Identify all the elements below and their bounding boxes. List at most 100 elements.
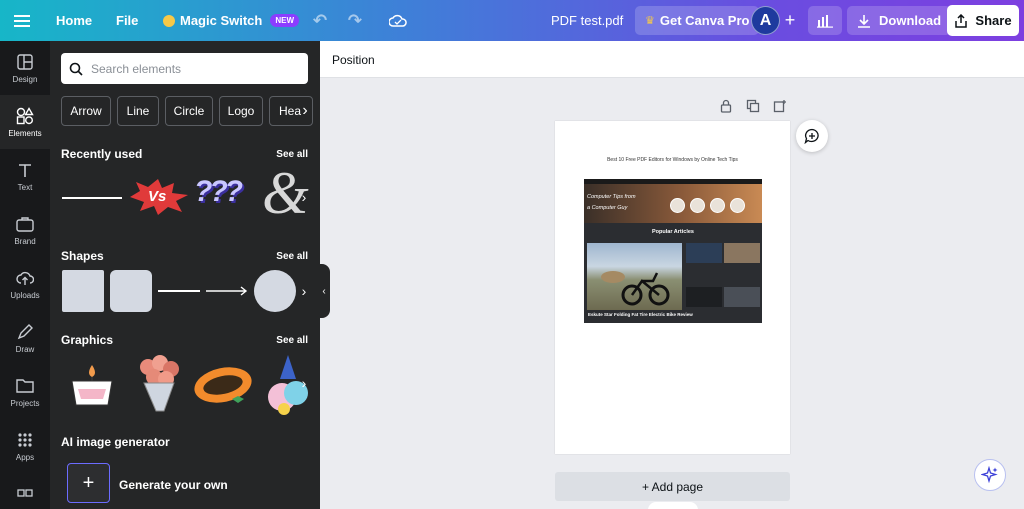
search-input[interactable] (91, 61, 291, 76)
share-button[interactable]: Share (947, 5, 1019, 36)
rail-item-more[interactable] (0, 487, 50, 509)
magic-switch-label: Magic Switch (180, 13, 263, 28)
cloud-save-icon[interactable] (388, 0, 408, 41)
top-bar: Home File Magic Switch NEW ↶ ↷ PDF test.… (0, 0, 1024, 41)
rail-label: Text (17, 182, 33, 192)
lock-icon[interactable] (719, 99, 735, 115)
home-button[interactable]: Home (56, 0, 92, 41)
hero-text-line2: a Computer Guy (587, 205, 628, 211)
rail-item-brand[interactable]: Brand (0, 203, 50, 257)
shapes-see-all[interactable]: See all (276, 251, 308, 262)
download-button[interactable]: Download (847, 6, 952, 35)
main-article-caption: Eskute Star Folding Fat Tire Electric Bi… (588, 312, 693, 317)
insights-chart-icon[interactable] (808, 6, 842, 35)
redo-icon[interactable]: ↷ (346, 0, 364, 41)
share-label: Share (975, 13, 1012, 28)
layout-icon (16, 53, 34, 71)
rail-item-uploads[interactable]: Uploads (0, 257, 50, 311)
chevron-right-icon[interactable]: › (298, 283, 310, 299)
generate-your-own-label[interactable]: Generate your own (119, 478, 228, 492)
chip-logo[interactable]: Logo (219, 96, 263, 126)
magic-assistant-button[interactable] (974, 459, 1006, 491)
download-label: Download (879, 13, 942, 28)
chip-arrow[interactable]: Arrow (61, 96, 111, 126)
stat-badge (690, 198, 705, 213)
draw-icon (16, 323, 34, 341)
shape-arrow[interactable] (206, 284, 248, 298)
avatar[interactable]: A (751, 6, 780, 35)
upload-icon (16, 269, 34, 287)
recent-vs-graphic[interactable]: Vs (130, 179, 188, 215)
shapes-title: Shapes (61, 249, 104, 263)
ai-generator-title: AI image generator (61, 435, 170, 449)
duplicate-page-icon[interactable] (746, 99, 762, 115)
rail-label: Design (12, 74, 38, 84)
stat-badge (730, 198, 745, 213)
add-page-button[interactable]: + Add page (555, 472, 790, 501)
collapse-panel-button[interactable]: ‹ (318, 264, 330, 318)
ebike-photo (587, 243, 682, 310)
search-icon (69, 62, 83, 76)
rail-label: Elements (8, 128, 42, 138)
stat-badge (670, 198, 685, 213)
rail-item-elements[interactable]: Elements (0, 95, 50, 149)
chip-line[interactable]: Line (117, 96, 159, 126)
rail-label: Projects (10, 398, 40, 408)
article-thumbnail (686, 243, 722, 263)
article-thumbnail (724, 243, 760, 263)
brand-icon (16, 215, 34, 233)
shape-circle[interactable] (254, 270, 296, 312)
chip-circle[interactable]: Circle (165, 96, 213, 126)
menu-icon[interactable] (10, 0, 34, 41)
rail-label: Apps (15, 452, 35, 462)
add-collaborator-icon[interactable]: + (782, 0, 798, 41)
add-comment-button[interactable] (796, 120, 828, 152)
vs-text: Vs (148, 188, 167, 205)
shapes-icon (16, 106, 34, 125)
shape-line[interactable] (158, 290, 200, 292)
graphic-papaya[interactable] (192, 363, 254, 411)
text-icon (16, 161, 34, 179)
page-caption-text[interactable]: Best 10 Free PDF Editors for Windows by … (555, 157, 790, 163)
add-page-icon[interactable] (773, 99, 789, 115)
embedded-screenshot-image[interactable]: Computer Tips from a Computer Guy Popula… (584, 179, 762, 323)
crown-icon (163, 14, 175, 27)
generate-your-own-button[interactable]: + (67, 463, 110, 503)
grid-icon (16, 487, 34, 505)
position-button[interactable]: Position (332, 53, 375, 67)
scroll-up-handle[interactable] (648, 502, 698, 509)
article-thumbnail (686, 287, 722, 307)
shape-rounded-square[interactable] (110, 270, 152, 312)
hero-text-line1: Computer Tips from (587, 194, 636, 200)
crown-icon: ♛ (645, 15, 655, 27)
rail-label: Brand (14, 236, 36, 246)
left-rail: Design Elements Text Brand Uploads Draw … (0, 41, 50, 509)
recent-question-graphic[interactable]: ??? (194, 175, 243, 209)
file-menu[interactable]: File (116, 0, 138, 41)
rail-label: Draw (15, 344, 35, 354)
rail-item-text[interactable]: Text (0, 149, 50, 203)
rail-item-design[interactable]: Design (0, 41, 50, 95)
undo-icon[interactable]: ↶ (311, 0, 329, 41)
get-canva-pro-button[interactable]: ♛ Get Canva Pro (635, 6, 760, 35)
chevron-right-icon[interactable]: › (298, 189, 310, 205)
sparkle-icon (981, 466, 998, 484)
shape-square[interactable] (62, 270, 104, 312)
design-page[interactable]: Best 10 Free PDF Editors for Windows by … (555, 121, 790, 454)
search-box[interactable] (61, 53, 308, 84)
document-title[interactable]: PDF test.pdf (551, 0, 623, 41)
chevron-right-icon[interactable]: › (298, 375, 310, 391)
rail-item-draw[interactable]: Draw (0, 311, 50, 365)
graphic-flower-bouquet[interactable] (134, 353, 184, 415)
graphics-see-all[interactable]: See all (276, 335, 308, 346)
recent-line-element[interactable] (62, 197, 122, 199)
magic-switch-button[interactable]: Magic Switch NEW (163, 0, 300, 41)
rail-label: Uploads (10, 290, 40, 300)
rail-item-projects[interactable]: Projects (0, 365, 50, 419)
plus-icon: + (82, 471, 95, 494)
chevron-right-icon[interactable]: › (298, 100, 312, 122)
apps-icon (16, 431, 34, 449)
comment-plus-icon (804, 128, 819, 144)
rail-item-apps[interactable]: Apps (0, 419, 50, 473)
graphic-candle[interactable] (68, 363, 116, 409)
